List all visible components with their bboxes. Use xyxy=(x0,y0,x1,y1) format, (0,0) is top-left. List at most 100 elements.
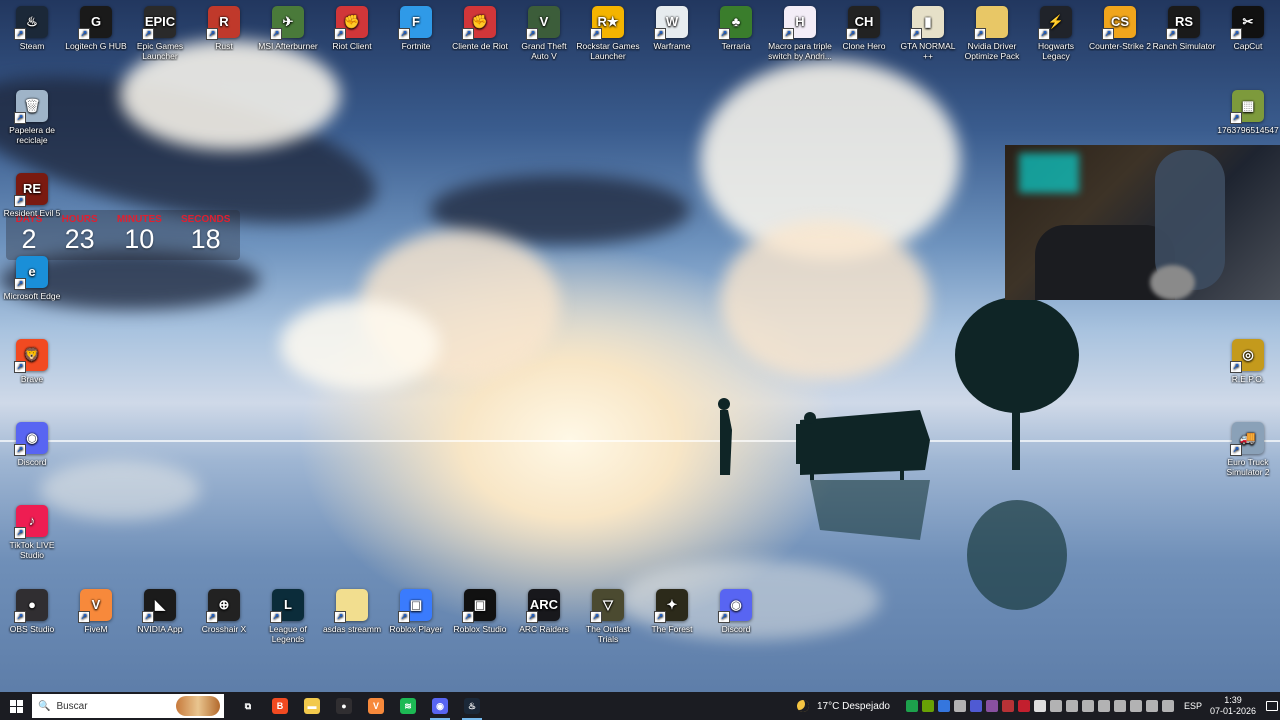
desktop-icon-roblox-studio[interactable]: ▣ ↗ Roblox Studio xyxy=(448,585,512,634)
desktop-icon-logitech-g-hub[interactable]: G ↗ Logitech G HUB xyxy=(64,2,128,51)
language-indicator[interactable]: ESP xyxy=(1184,701,1202,711)
steam-icon: ♨ xyxy=(464,698,480,714)
desktop-icon-nvidia-driver-optimize-pack[interactable]: ↗ Nvidia Driver Optimize Pack xyxy=(960,2,1024,61)
tray-icon[interactable] xyxy=(905,700,918,712)
desktop-icon-asdas-streamm[interactable]: ↗ asdas streamm xyxy=(320,585,384,634)
desktop-icon-cliente-de-riot[interactable]: ✊ ↗ Cliente de Riot xyxy=(448,2,512,51)
msi-afterburner-icon: ✈ ↗ xyxy=(270,6,304,40)
tray-icon[interactable] xyxy=(1113,700,1126,712)
desktop-icon-counter-strike-2[interactable]: CS ↗ Counter-Strike 2 xyxy=(1088,2,1152,51)
taskbar-app-file-explorer[interactable]: ▬ xyxy=(296,692,328,720)
tray-icon[interactable] xyxy=(985,700,998,712)
tray-icon[interactable] xyxy=(1033,700,1046,712)
desktop-icon-roblox-player[interactable]: ▣ ↗ Roblox Player xyxy=(384,585,448,634)
desktop-icon-ranch-simulator[interactable]: RS ↗ Ranch Simulator xyxy=(1152,2,1216,51)
desktop-icon-hogwarts-legacy[interactable]: ⚡ ↗ Hogwarts Legacy xyxy=(1024,2,1088,61)
tray-icon[interactable] xyxy=(1049,700,1062,712)
desktop-icon-label: Resident Evil 5 xyxy=(3,208,61,218)
taskbar-app-discord[interactable]: ◉ xyxy=(424,692,456,720)
clock-time: 1:39 xyxy=(1224,695,1242,705)
desktop-icon-label: Hogwarts Legacy xyxy=(1038,41,1074,61)
tray-icon[interactable] xyxy=(1017,700,1030,712)
tray-icon[interactable] xyxy=(1129,700,1142,712)
clock[interactable]: 1:39 07-01-2026 xyxy=(1210,695,1256,717)
desktop-icon-rust[interactable]: R ↗ Rust xyxy=(192,2,256,51)
desktop-icon-crosshair-x[interactable]: ⊕ ↗ Crosshair X xyxy=(192,585,256,634)
tray-icon[interactable] xyxy=(1065,700,1078,712)
shortcut-arrow-icon: ↗ xyxy=(782,28,794,40)
webcam-overlay[interactable] xyxy=(1005,145,1280,300)
desktop-icon-warframe[interactable]: W ↗ Warframe xyxy=(640,2,704,51)
steam-icon: ♨ ↗ xyxy=(14,6,48,40)
desktop-icon-label: Euro Truck Simulator 2 xyxy=(1226,457,1270,477)
tray-icon[interactable] xyxy=(921,700,934,712)
start-button[interactable] xyxy=(0,692,32,720)
desktop-icon-riot-client[interactable]: ✊ ↗ Riot Client xyxy=(320,2,384,51)
desktop-icon-screenshot-file[interactable]: ▦ ↗ 1763796514547 xyxy=(1216,86,1280,135)
desktop-icon-discord-bottom[interactable]: ◉ ↗ Discord xyxy=(704,585,768,634)
tray-icon[interactable] xyxy=(937,700,950,712)
tray-icon[interactable] xyxy=(1161,700,1174,712)
desktop-icon-brave[interactable]: 🦁 ↗ Brave xyxy=(0,335,64,384)
desktop-icon-label: Grand Theft Auto V xyxy=(521,41,567,61)
desktop-icon-fortnite[interactable]: F ↗ Fortnite xyxy=(384,2,448,51)
shortcut-arrow-icon: ↗ xyxy=(270,28,282,40)
desktop-icon-label: Riot Client xyxy=(332,41,372,51)
desktop-icon-grand-theft-auto-v[interactable]: V ↗ Grand Theft Auto V xyxy=(512,2,576,61)
desktop-icon-repo[interactable]: ◎ ↗ R.E.P.O. xyxy=(1216,335,1280,384)
weather-widget[interactable]: 17°C Despejado xyxy=(797,700,890,712)
taskbar-app-obs-studio[interactable]: ● xyxy=(328,692,360,720)
taskbar-app-spotify[interactable]: ≋ xyxy=(392,692,424,720)
desktop-icon-epic-games-launcher[interactable]: EPIC ↗ Epic Games Launcher xyxy=(128,2,192,61)
taskbar-app-fivem[interactable]: V xyxy=(360,692,392,720)
desktop-icon-capcut[interactable]: ✂ ↗ CapCut xyxy=(1216,2,1280,51)
desktop-icon-the-outlast-trials[interactable]: ▽ ↗ The Outlast Trials xyxy=(576,585,640,644)
the-outlast-trials-icon: ▽ ↗ xyxy=(590,589,624,623)
desktop-icon-arc-raiders[interactable]: ARC ↗ ARC Raiders xyxy=(512,585,576,634)
shortcut-arrow-icon: ↗ xyxy=(846,28,858,40)
desktop-icon-tiktok-live-studio[interactable]: ♪ ↗ TikTok LIVE Studio xyxy=(0,501,64,560)
shortcut-arrow-icon: ↗ xyxy=(462,28,474,40)
taskbar-search[interactable]: 🔍 Buscar xyxy=(32,694,224,718)
tray-icon[interactable] xyxy=(969,700,982,712)
shortcut-arrow-icon: ↗ xyxy=(526,611,538,623)
minutes-value: 10 xyxy=(124,224,155,254)
search-highlight-image xyxy=(176,696,220,716)
hours-value: 23 xyxy=(64,224,95,254)
desktop-icon-label: Rust xyxy=(215,41,233,51)
desktop-icon-gta-normal[interactable]: ▮ ↗ GTA NORMAL ++ xyxy=(896,2,960,61)
desktop-icon-msi-afterburner[interactable]: ✈ ↗ MSI Afterburner xyxy=(256,2,320,51)
epic-games-launcher-icon: EPIC ↗ xyxy=(142,6,176,40)
desktop-icon-label: The Forest xyxy=(651,624,693,634)
desktop-icon-terraria[interactable]: ♣ ↗ Terraria xyxy=(704,2,768,51)
desktop-icon-clone-hero[interactable]: CH ↗ Clone Hero xyxy=(832,2,896,51)
desktop-icon-label: Discord xyxy=(17,457,47,467)
desktop-icon-label: Logitech G HUB xyxy=(65,41,127,51)
tray-icon[interactable] xyxy=(1097,700,1110,712)
desktop-icon-papelera-de-reciclaje[interactable]: 🗑 ↗ Papelera de reciclaje xyxy=(0,86,64,145)
desktop-icon-label: GTA NORMAL ++ xyxy=(900,41,956,61)
brave-icon: B xyxy=(272,698,288,714)
taskbar-app-brave[interactable]: B xyxy=(264,692,296,720)
desktop-icon-fivem[interactable]: V ↗ FiveM xyxy=(64,585,128,634)
desktop-icon-macro-triple-switch[interactable]: H ↗ Macro para triple switch by Andri... xyxy=(768,2,832,61)
desktop-icon-label: Microsoft Edge xyxy=(3,291,61,301)
desktop-icon-league-of-legends[interactable]: L ↗ League of Legends xyxy=(256,585,320,644)
desktop-icon-discord[interactable]: ◉ ↗ Discord xyxy=(0,418,64,467)
tray-icon[interactable] xyxy=(1081,700,1094,712)
tray-icon[interactable] xyxy=(953,700,966,712)
nvidia-driver-optimize-pack-icon: ↗ xyxy=(974,6,1008,40)
desktop-icon-obs-studio[interactable]: ● ↗ OBS Studio xyxy=(0,585,64,634)
desktop-icon-resident-evil-5[interactable]: RE ↗ Resident Evil 5 xyxy=(0,169,64,218)
desktop-icon-microsoft-edge[interactable]: e ↗ Microsoft Edge xyxy=(0,252,64,301)
taskbar-app-task-view[interactable]: ⧉ xyxy=(232,692,264,720)
desktop-icon-steam[interactable]: ♨ ↗ Steam xyxy=(0,2,64,51)
tray-icon[interactable] xyxy=(1145,700,1158,712)
desktop-icon-nvidia-app[interactable]: ◣ ↗ NVIDIA App xyxy=(128,585,192,634)
taskbar-app-steam[interactable]: ♨ xyxy=(456,692,488,720)
notification-center-button[interactable] xyxy=(1264,692,1280,720)
desktop-icon-the-forest[interactable]: ✦ ↗ The Forest xyxy=(640,585,704,634)
desktop-icon-euro-truck-simulator-2[interactable]: 🚚 ↗ Euro Truck Simulator 2 xyxy=(1216,418,1280,477)
tray-icon[interactable] xyxy=(1001,700,1014,712)
desktop-icon-rockstar-games-launcher[interactable]: R★ ↗ Rockstar Games Launcher xyxy=(576,2,640,61)
